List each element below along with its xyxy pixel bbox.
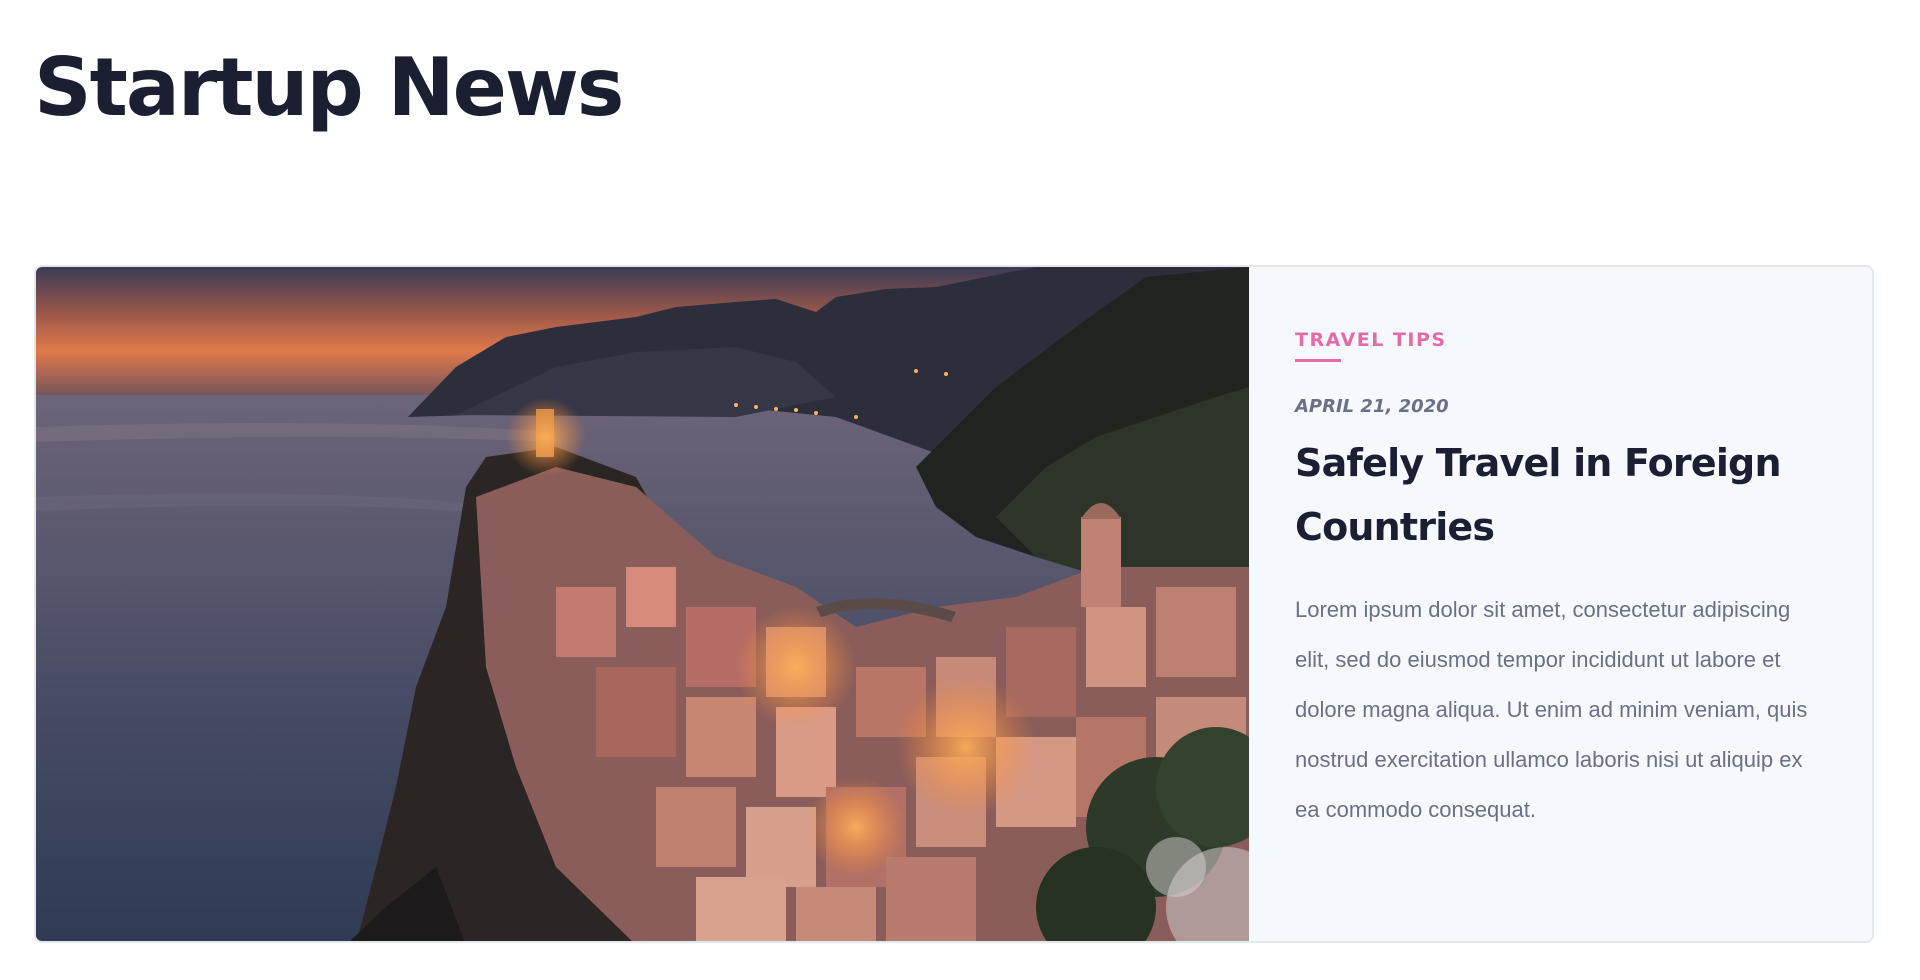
category-label[interactable]: TRAVEL TIPS xyxy=(1295,329,1447,351)
article-content: TRAVEL TIPS APRIL 21, 2020 Safely Travel… xyxy=(1249,267,1872,941)
category-underline xyxy=(1295,359,1341,362)
page-title: Startup News xyxy=(34,41,624,134)
article-date: APRIL 21, 2020 xyxy=(1295,396,1449,417)
coastal-village-photo xyxy=(36,267,1249,941)
article-excerpt: Lorem ipsum dolor sit amet, consectetur … xyxy=(1295,597,1808,822)
article-image[interactable] xyxy=(36,267,1249,941)
article-headline[interactable]: Safely Travel in Foreign Countries xyxy=(1295,431,1826,559)
article-card[interactable]: TRAVEL TIPS APRIL 21, 2020 Safely Travel… xyxy=(34,265,1874,943)
